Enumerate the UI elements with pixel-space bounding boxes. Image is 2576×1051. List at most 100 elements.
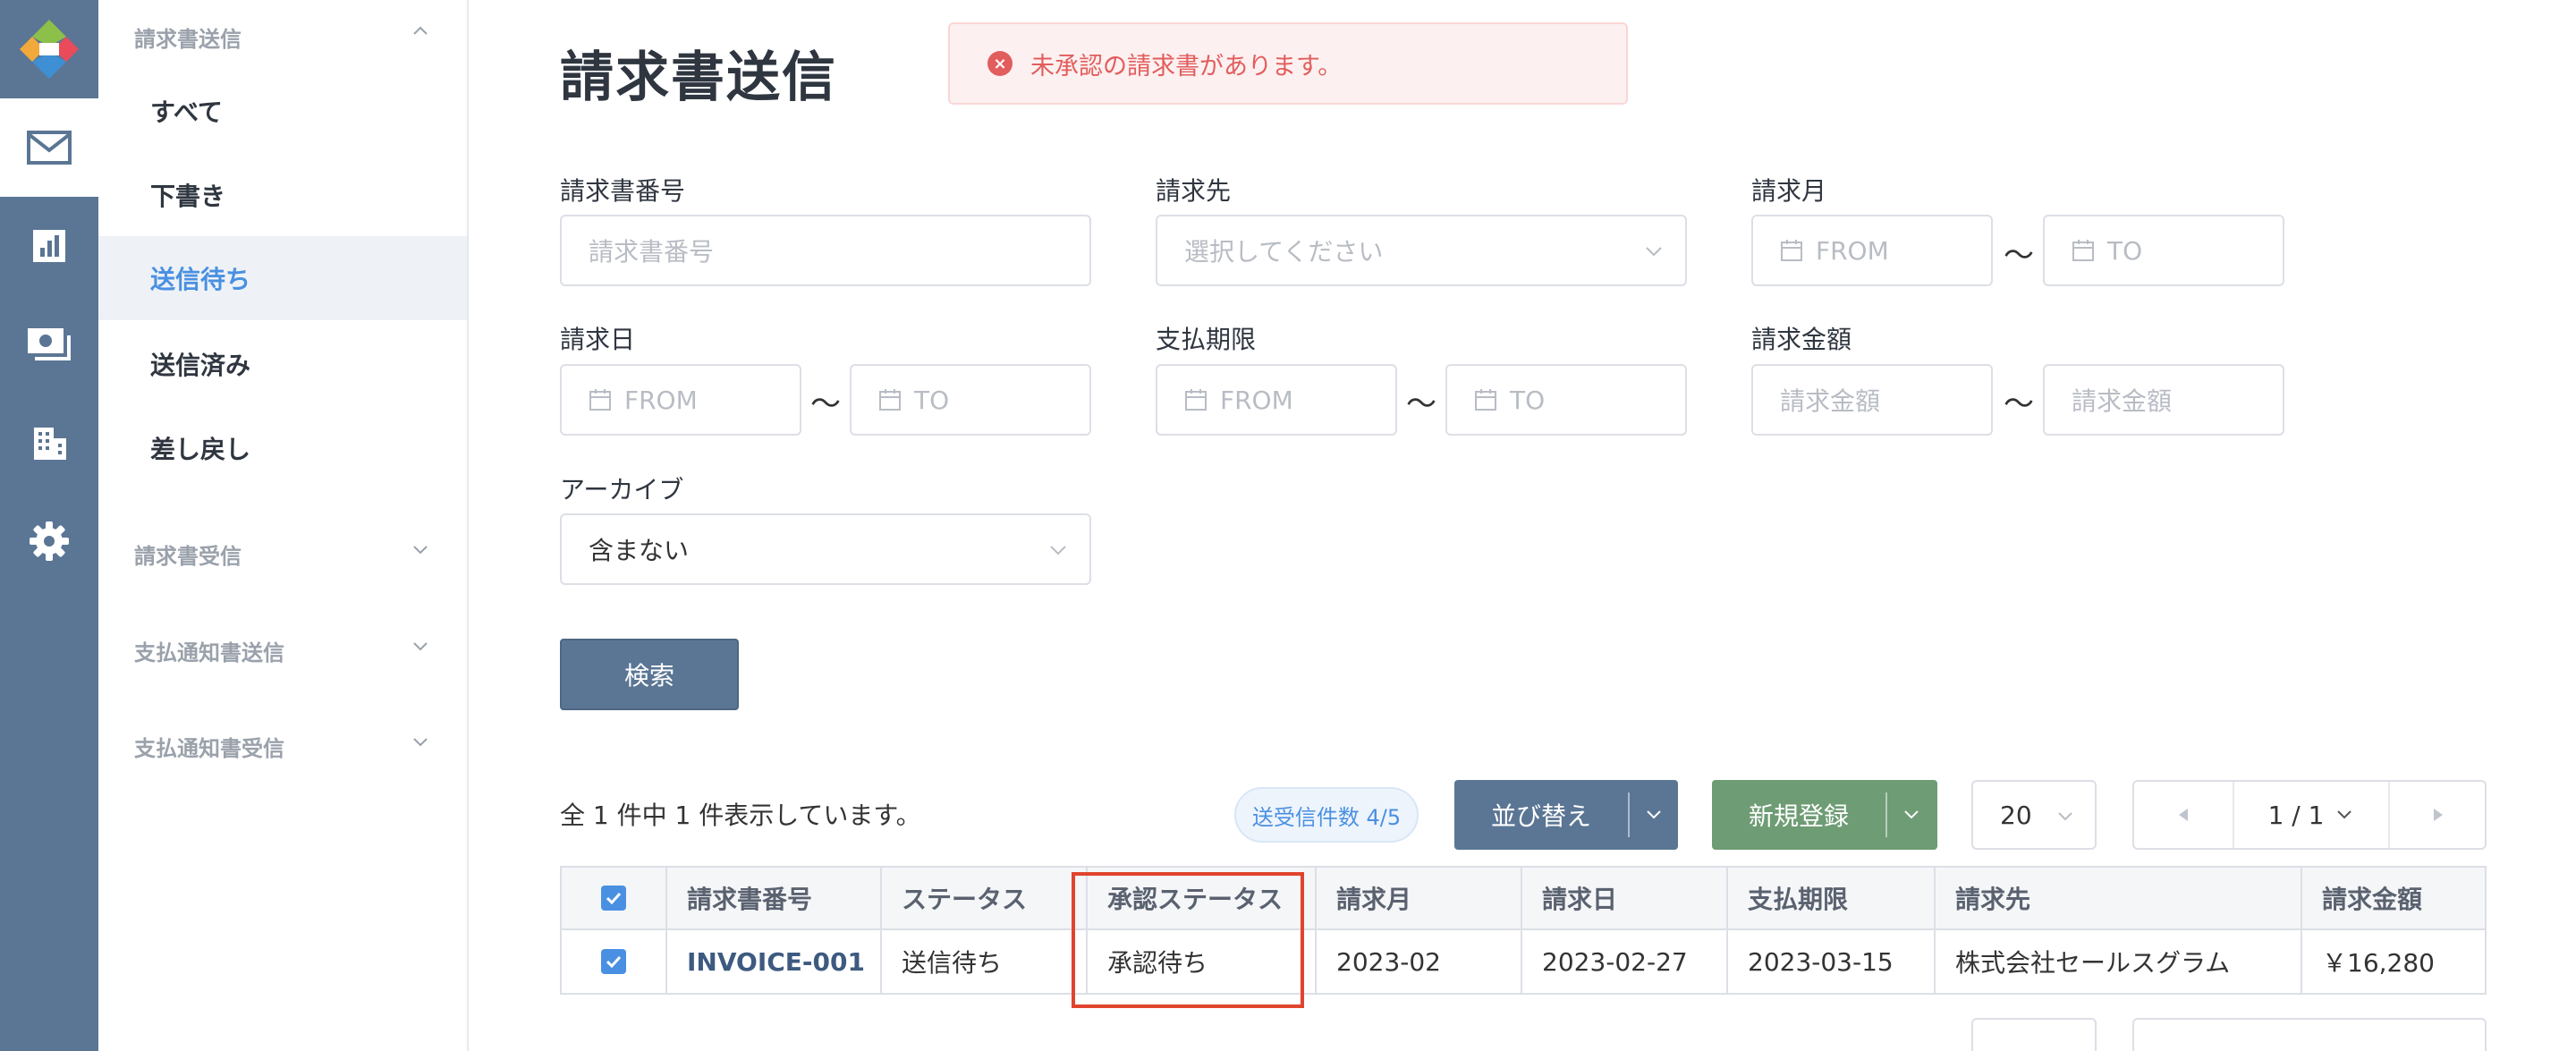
- billing-month-label: 請求月: [1751, 176, 1827, 206]
- billing-date-from-input[interactable]: FROM: [560, 364, 801, 436]
- sort-button-label[interactable]: 並び替え: [1454, 780, 1628, 850]
- rail-item-reports[interactable]: [0, 197, 98, 295]
- check-icon: [606, 892, 622, 904]
- mail-icon: [27, 131, 72, 165]
- rail-item-companies[interactable]: [0, 394, 98, 492]
- sort-button[interactable]: 並び替え: [1454, 780, 1678, 850]
- gear-icon: [30, 521, 69, 561]
- amount-to-input[interactable]: 請求金額: [2043, 364, 2284, 436]
- chevron-down-icon[interactable]: [411, 733, 429, 750]
- from-placeholder: FROM: [1816, 235, 1889, 266]
- chevron-down-icon[interactable]: [411, 540, 429, 558]
- calendar-icon: [879, 389, 901, 411]
- range-separator: 〜: [1406, 386, 1436, 422]
- from-placeholder: FROM: [624, 385, 698, 415]
- col-payment-due[interactable]: 支払期限: [1728, 868, 1936, 928]
- billing-date-label: 請求日: [560, 325, 636, 354]
- calendar-icon: [2072, 240, 2094, 261]
- recipient-placeholder: 選択してください: [1184, 237, 1384, 267]
- chevron-down-icon[interactable]: [411, 637, 429, 655]
- col-recipient[interactable]: 請求先: [1936, 868, 2302, 928]
- recipient-label: 請求先: [1156, 176, 1232, 206]
- table-row[interactable]: INVOICE-001 送信待ち 承認待ち 2023-02 2023-02-27…: [562, 930, 2485, 993]
- archive-value: 含まない: [589, 536, 690, 565]
- select-all-checkbox[interactable]: [601, 886, 626, 911]
- range-separator: 〜: [2004, 238, 2034, 274]
- archive-select[interactable]: 含まない: [560, 513, 1091, 585]
- sidebar-group-payment-send[interactable]: 支払通知書送信: [134, 635, 284, 666]
- invoice-number-input[interactable]: 請求書番号: [560, 215, 1091, 286]
- sidebar-item-returned[interactable]: 差し戻し: [98, 406, 467, 490]
- pagination-bottom[interactable]: [2132, 1018, 2487, 1051]
- transmission-count-badge: 送受信件数 4/5: [1234, 787, 1419, 843]
- rail-item-invoices[interactable]: [0, 98, 98, 197]
- calendar-icon: [1475, 389, 1496, 411]
- range-separator: 〜: [2004, 386, 2034, 422]
- col-billing-date[interactable]: 請求日: [1522, 868, 1728, 928]
- archive-label: アーカイブ: [560, 475, 684, 504]
- chevron-down-icon[interactable]: [1902, 807, 1921, 823]
- sidebar-group-invoice-send[interactable]: 請求書送信: [134, 21, 242, 53]
- rail-item-settings[interactable]: [0, 492, 98, 590]
- chevron-up-icon[interactable]: [411, 21, 429, 39]
- per-page-select-bottom[interactable]: [1971, 1018, 2097, 1051]
- cell-invoice-number: INVOICE-001: [667, 930, 882, 993]
- payment-icon: [28, 328, 71, 360]
- check-icon: [606, 955, 622, 968]
- col-invoice-number[interactable]: 請求書番号: [667, 868, 882, 928]
- sub-sidebar: 請求書送信 すべて 下書き 送信待ち 送信済み 差し戻し 請求書受信 支払通知書…: [98, 0, 469, 774]
- icon-rail: [0, 0, 98, 1051]
- sidebar-item-all[interactable]: すべて: [98, 69, 467, 153]
- cell-recipient: 株式会社セールスグラム: [1936, 930, 2302, 993]
- calendar-icon: [1781, 240, 1802, 261]
- chevron-down-icon[interactable]: [1644, 807, 1664, 823]
- logo-icon: [20, 20, 79, 79]
- alert-message: 未承認の請求書があります。: [1030, 52, 1343, 81]
- page-title: 請求書送信: [560, 47, 837, 109]
- billing-month-from-input[interactable]: FROM: [1751, 215, 1993, 286]
- row-checkbox-cell: [562, 930, 667, 993]
- invoice-link[interactable]: INVOICE-001: [687, 947, 865, 977]
- table-header: 請求書番号 ステータス 承認ステータス 請求月 請求日 支払期限 請求先 請求金…: [562, 868, 2485, 930]
- page-select[interactable]: 1 / 1: [2234, 782, 2388, 848]
- split-divider: [1628, 792, 1630, 837]
- search-button[interactable]: 検索: [560, 639, 739, 710]
- billing-month-to-input[interactable]: TO: [2043, 215, 2284, 286]
- amount-from-input[interactable]: 請求金額: [1751, 364, 1993, 436]
- billing-date-to-input[interactable]: TO: [850, 364, 1091, 436]
- building-icon: [34, 428, 66, 460]
- rail-item-payments[interactable]: [0, 295, 98, 394]
- chevron-down-icon: [1646, 247, 1662, 257]
- per-page-select[interactable]: 20: [1971, 780, 2097, 850]
- recipient-select[interactable]: 選択してください: [1156, 215, 1687, 286]
- to-placeholder: TO: [2107, 235, 2143, 266]
- col-amount[interactable]: 請求金額: [2302, 868, 2488, 928]
- col-status[interactable]: ステータス: [882, 868, 1088, 928]
- row-checkbox[interactable]: [601, 949, 626, 974]
- chart-icon: [33, 230, 65, 262]
- prev-page-button[interactable]: [2134, 782, 2234, 848]
- next-page-button[interactable]: [2388, 782, 2487, 848]
- new-invoice-button[interactable]: 新規登録: [1712, 780, 1937, 850]
- app-logo[interactable]: [0, 0, 98, 98]
- caret-left-icon: [2179, 809, 2188, 821]
- to-placeholder: TO: [914, 385, 950, 415]
- to-placeholder: TO: [1510, 385, 1546, 415]
- approval-status-highlight: [1072, 872, 1304, 1008]
- cell-payment-due: 2023-03-15: [1728, 930, 1936, 993]
- sidebar-item-awaiting-send[interactable]: 送信待ち: [98, 236, 467, 320]
- sidebar-group-payment-receive[interactable]: 支払通知書受信: [134, 731, 284, 762]
- payment-due-to-input[interactable]: TO: [1445, 364, 1687, 436]
- invoice-table: 請求書番号 ステータス 承認ステータス 請求月 請求日 支払期限 請求先 請求金…: [560, 866, 2487, 995]
- sidebar-item-draft[interactable]: 下書き: [98, 153, 467, 237]
- col-billing-month[interactable]: 請求月: [1317, 868, 1522, 928]
- calendar-icon: [1185, 389, 1207, 411]
- cell-billing-month: 2023-02: [1317, 930, 1522, 993]
- payment-due-from-input[interactable]: FROM: [1156, 364, 1397, 436]
- sidebar-group-invoice-receive[interactable]: 請求書受信: [134, 538, 242, 570]
- split-divider: [1885, 792, 1887, 837]
- new-button-label[interactable]: 新規登録: [1712, 780, 1885, 850]
- calendar-icon: [589, 389, 611, 411]
- sidebar-item-sent[interactable]: 送信済み: [98, 322, 467, 406]
- range-separator: 〜: [810, 386, 841, 422]
